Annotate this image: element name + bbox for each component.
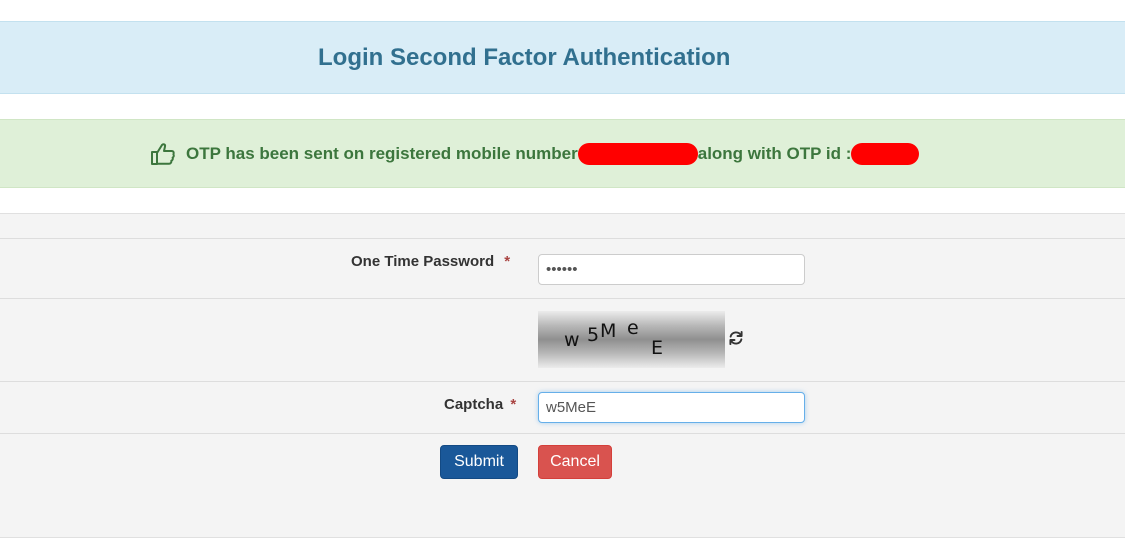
alert-message: OTP has been sent on registered mobile n… (150, 141, 920, 167)
captcha-char: w (564, 329, 580, 351)
otp-row: One Time Password * (0, 238, 1125, 298)
otp-form: One Time Password * w 5 M e E Captcha (0, 213, 1125, 538)
thumbs-up-icon (151, 143, 175, 165)
captcha-required-mark: * (510, 396, 517, 413)
page-title: Login Second Factor Authentication (318, 44, 731, 71)
otp-sent-alert: OTP has been sent on registered mobile n… (0, 119, 1125, 188)
login-2fa-page: Login Second Factor Authentication OTP h… (0, 0, 1125, 545)
alert-text-start: OTP has been sent on registered mobile n… (186, 144, 578, 163)
cancel-button[interactable]: Cancel (538, 445, 612, 479)
captcha-input[interactable] (538, 392, 805, 423)
captcha-char: M (600, 320, 617, 342)
captcha-label: Captcha * (444, 396, 516, 413)
otp-input[interactable] (538, 254, 805, 285)
otp-label: One Time Password * (351, 253, 510, 270)
submit-button[interactable]: Submit (440, 445, 518, 479)
captcha-label-text: Captcha (444, 396, 504, 413)
alert-text-otp-id: along with OTP id : (697, 144, 852, 163)
captcha-image: w 5 M e E (538, 311, 725, 368)
captcha-char: e (627, 317, 639, 339)
redacted-mobile-number (577, 143, 698, 165)
captcha-image-row: w 5 M e E (0, 298, 1125, 381)
captcha-row: Captcha * (0, 381, 1125, 433)
refresh-icon[interactable] (728, 330, 744, 346)
redacted-otp-id (851, 143, 920, 165)
otp-label-text: One Time Password (351, 253, 495, 270)
title-bar: Login Second Factor Authentication (0, 21, 1125, 94)
otp-required-mark: * (504, 253, 511, 270)
captcha-char: E (651, 337, 664, 359)
button-row: Submit Cancel (0, 433, 1125, 537)
captcha-char: 5 (587, 324, 600, 346)
